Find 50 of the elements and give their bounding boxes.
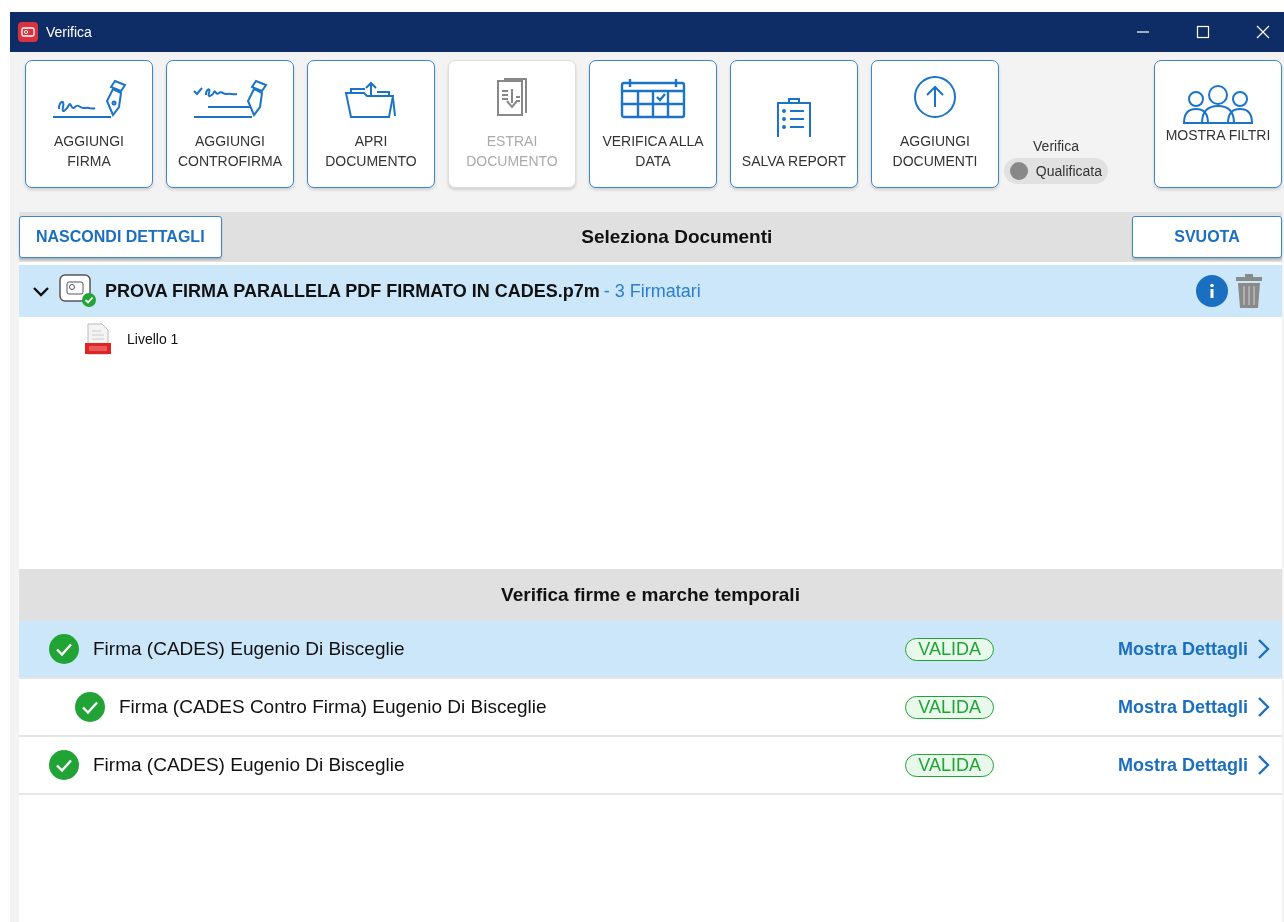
check-circle-icon bbox=[49, 634, 79, 664]
upload-circle-icon bbox=[913, 75, 957, 119]
check-circle-icon bbox=[49, 750, 79, 780]
signature-row[interactable]: Firma (CADES) Eugenio Di Bisceglie VALIDA Mostra Dettagli bbox=[19, 737, 1282, 795]
chevron-right-icon bbox=[1256, 696, 1270, 718]
window-title: Verifica bbox=[46, 24, 92, 40]
toolbar-button[interactable]: SALVA REPORT bbox=[730, 60, 858, 188]
folder-upload-icon bbox=[343, 79, 399, 119]
toolbar-button[interactable]: AGGIUNGI CONTROFIRMA bbox=[166, 60, 294, 188]
maximize-icon[interactable] bbox=[1196, 25, 1210, 39]
document-row[interactable]: PROVA FIRMA PARALLELA PDF FIRMATO IN CADES.p7m - 3 Firmatari bbox=[19, 262, 1282, 317]
users-icon bbox=[1182, 83, 1254, 125]
calendar-icon bbox=[620, 77, 686, 119]
toolbar-button[interactable]: APRI DOCUMENTO bbox=[307, 60, 435, 188]
document-name: PROVA FIRMA PARALLELA PDF FIRMATO IN CADES.p7m bbox=[105, 280, 600, 302]
status-badge: VALIDA bbox=[905, 695, 994, 719]
clipboard-list-icon bbox=[774, 97, 814, 139]
signature-row[interactable]: Firma (CADES Contro Firma) Eugenio Di Bisceglie VALIDA Mostra Dettagli bbox=[19, 679, 1282, 737]
show-details-link[interactable]: Mostra Dettagli bbox=[1117, 638, 1270, 660]
chevron-right-icon bbox=[1256, 754, 1270, 776]
check-circle-icon bbox=[75, 692, 105, 722]
show-filters-button[interactable]: MOSTRA FILTRI bbox=[1154, 60, 1282, 188]
signature-label: Firma (CADES) Eugenio Di Bisceglie bbox=[93, 754, 405, 776]
clear-button[interactable]: SVUOTA bbox=[1132, 216, 1282, 258]
signed-certificate-icon bbox=[59, 274, 97, 308]
document-level[interactable]: Livello 1 bbox=[127, 331, 179, 347]
toolbar-button[interactable]: AGGIUNGI FIRMA bbox=[25, 60, 153, 188]
pdf-file-icon bbox=[85, 323, 111, 355]
signature-label: Firma (CADES Contro Firma) Eugenio Di Bisceglie bbox=[119, 696, 547, 718]
status-badge: VALIDA bbox=[905, 637, 994, 661]
signature-pen-icon bbox=[192, 79, 268, 119]
trash-icon[interactable] bbox=[1236, 274, 1262, 308]
hide-details-button[interactable]: NASCONDI DETTAGLI bbox=[19, 216, 222, 258]
info-icon[interactable] bbox=[1196, 275, 1228, 307]
show-details-link[interactable]: Mostra Dettagli bbox=[1117, 754, 1270, 776]
section-title: Verifica firme e marche temporali bbox=[501, 584, 800, 606]
signature-pen-icon bbox=[51, 79, 127, 119]
signers-count: - 3 Firmatari bbox=[603, 280, 701, 302]
qualified-toggle[interactable]: Qualificata bbox=[1004, 158, 1108, 184]
toolbar-button[interactable]: AGGIUNGI DOCUMENTI bbox=[871, 60, 999, 188]
show-details-link[interactable]: Mostra Dettagli bbox=[1117, 696, 1270, 718]
section-title: Seleziona Documenti bbox=[581, 226, 773, 248]
signature-row[interactable]: Firma (CADES) Eugenio Di Bisceglie VALIDA Mostra Dettagli bbox=[19, 621, 1282, 679]
toolbar-button[interactable]: VERIFICA ALLA DATA bbox=[589, 60, 717, 188]
signature-label: Firma (CADES) Eugenio Di Bisceglie bbox=[93, 638, 405, 660]
close-icon[interactable] bbox=[1256, 25, 1270, 39]
chevron-right-icon bbox=[1256, 638, 1270, 660]
status-badge: VALIDA bbox=[905, 753, 994, 777]
toggle-caption: Verifica bbox=[1033, 138, 1079, 154]
app-logo-icon bbox=[18, 22, 38, 42]
